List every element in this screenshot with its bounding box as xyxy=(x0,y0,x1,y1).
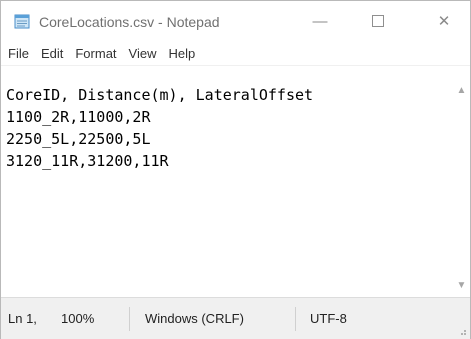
status-divider xyxy=(295,307,296,331)
text-line: 1100_2R,11000,2R xyxy=(6,108,151,126)
close-button[interactable]: ✕ xyxy=(421,1,467,41)
text-line: 3120_11R,31200,11R xyxy=(6,152,169,170)
vertical-scrollbar[interactable]: ▲ ▼ xyxy=(453,66,470,298)
close-icon: ✕ xyxy=(437,13,451,30)
menu-help[interactable]: Help xyxy=(162,43,201,65)
resize-grip-icon[interactable] xyxy=(457,326,467,336)
minimize-button[interactable]: — xyxy=(297,1,343,41)
status-encoding: UTF-8 xyxy=(310,311,347,326)
status-position: Ln 1, xyxy=(8,311,37,326)
status-bar: Ln 1, 100% Windows (CRLF) UTF-8 xyxy=(1,297,470,339)
minimize-icon: — xyxy=(312,12,328,30)
menu-view[interactable]: View xyxy=(123,43,163,65)
text-line: CoreID, Distance(m), LateralOffset xyxy=(6,86,314,104)
menu-bar: File Edit Format View Help xyxy=(1,43,470,65)
editor-area: CoreID, Distance(m), LateralOffset 1100_… xyxy=(1,65,470,298)
scroll-up-icon[interactable]: ▲ xyxy=(453,82,470,99)
notepad-window: CoreLocations.csv - Notepad — ✕ File Edi… xyxy=(0,0,471,339)
status-line-ending: Windows (CRLF) xyxy=(145,311,244,326)
menu-format[interactable]: Format xyxy=(69,43,122,65)
title-bar[interactable]: CoreLocations.csv - Notepad — ✕ xyxy=(1,1,470,43)
status-divider xyxy=(129,307,130,331)
text-line: 2250_5L,22500,5L xyxy=(6,130,151,148)
window-title: CoreLocations.csv - Notepad xyxy=(39,14,220,30)
notepad-icon xyxy=(14,14,30,29)
status-zoom: 100% xyxy=(61,311,95,326)
maximize-icon xyxy=(372,15,384,27)
text-editor[interactable]: CoreID, Distance(m), LateralOffset 1100_… xyxy=(1,66,453,298)
maximize-button[interactable] xyxy=(355,1,401,41)
menu-file[interactable]: File xyxy=(1,43,35,65)
menu-edit[interactable]: Edit xyxy=(35,43,69,65)
scroll-down-icon[interactable]: ▼ xyxy=(453,277,470,294)
